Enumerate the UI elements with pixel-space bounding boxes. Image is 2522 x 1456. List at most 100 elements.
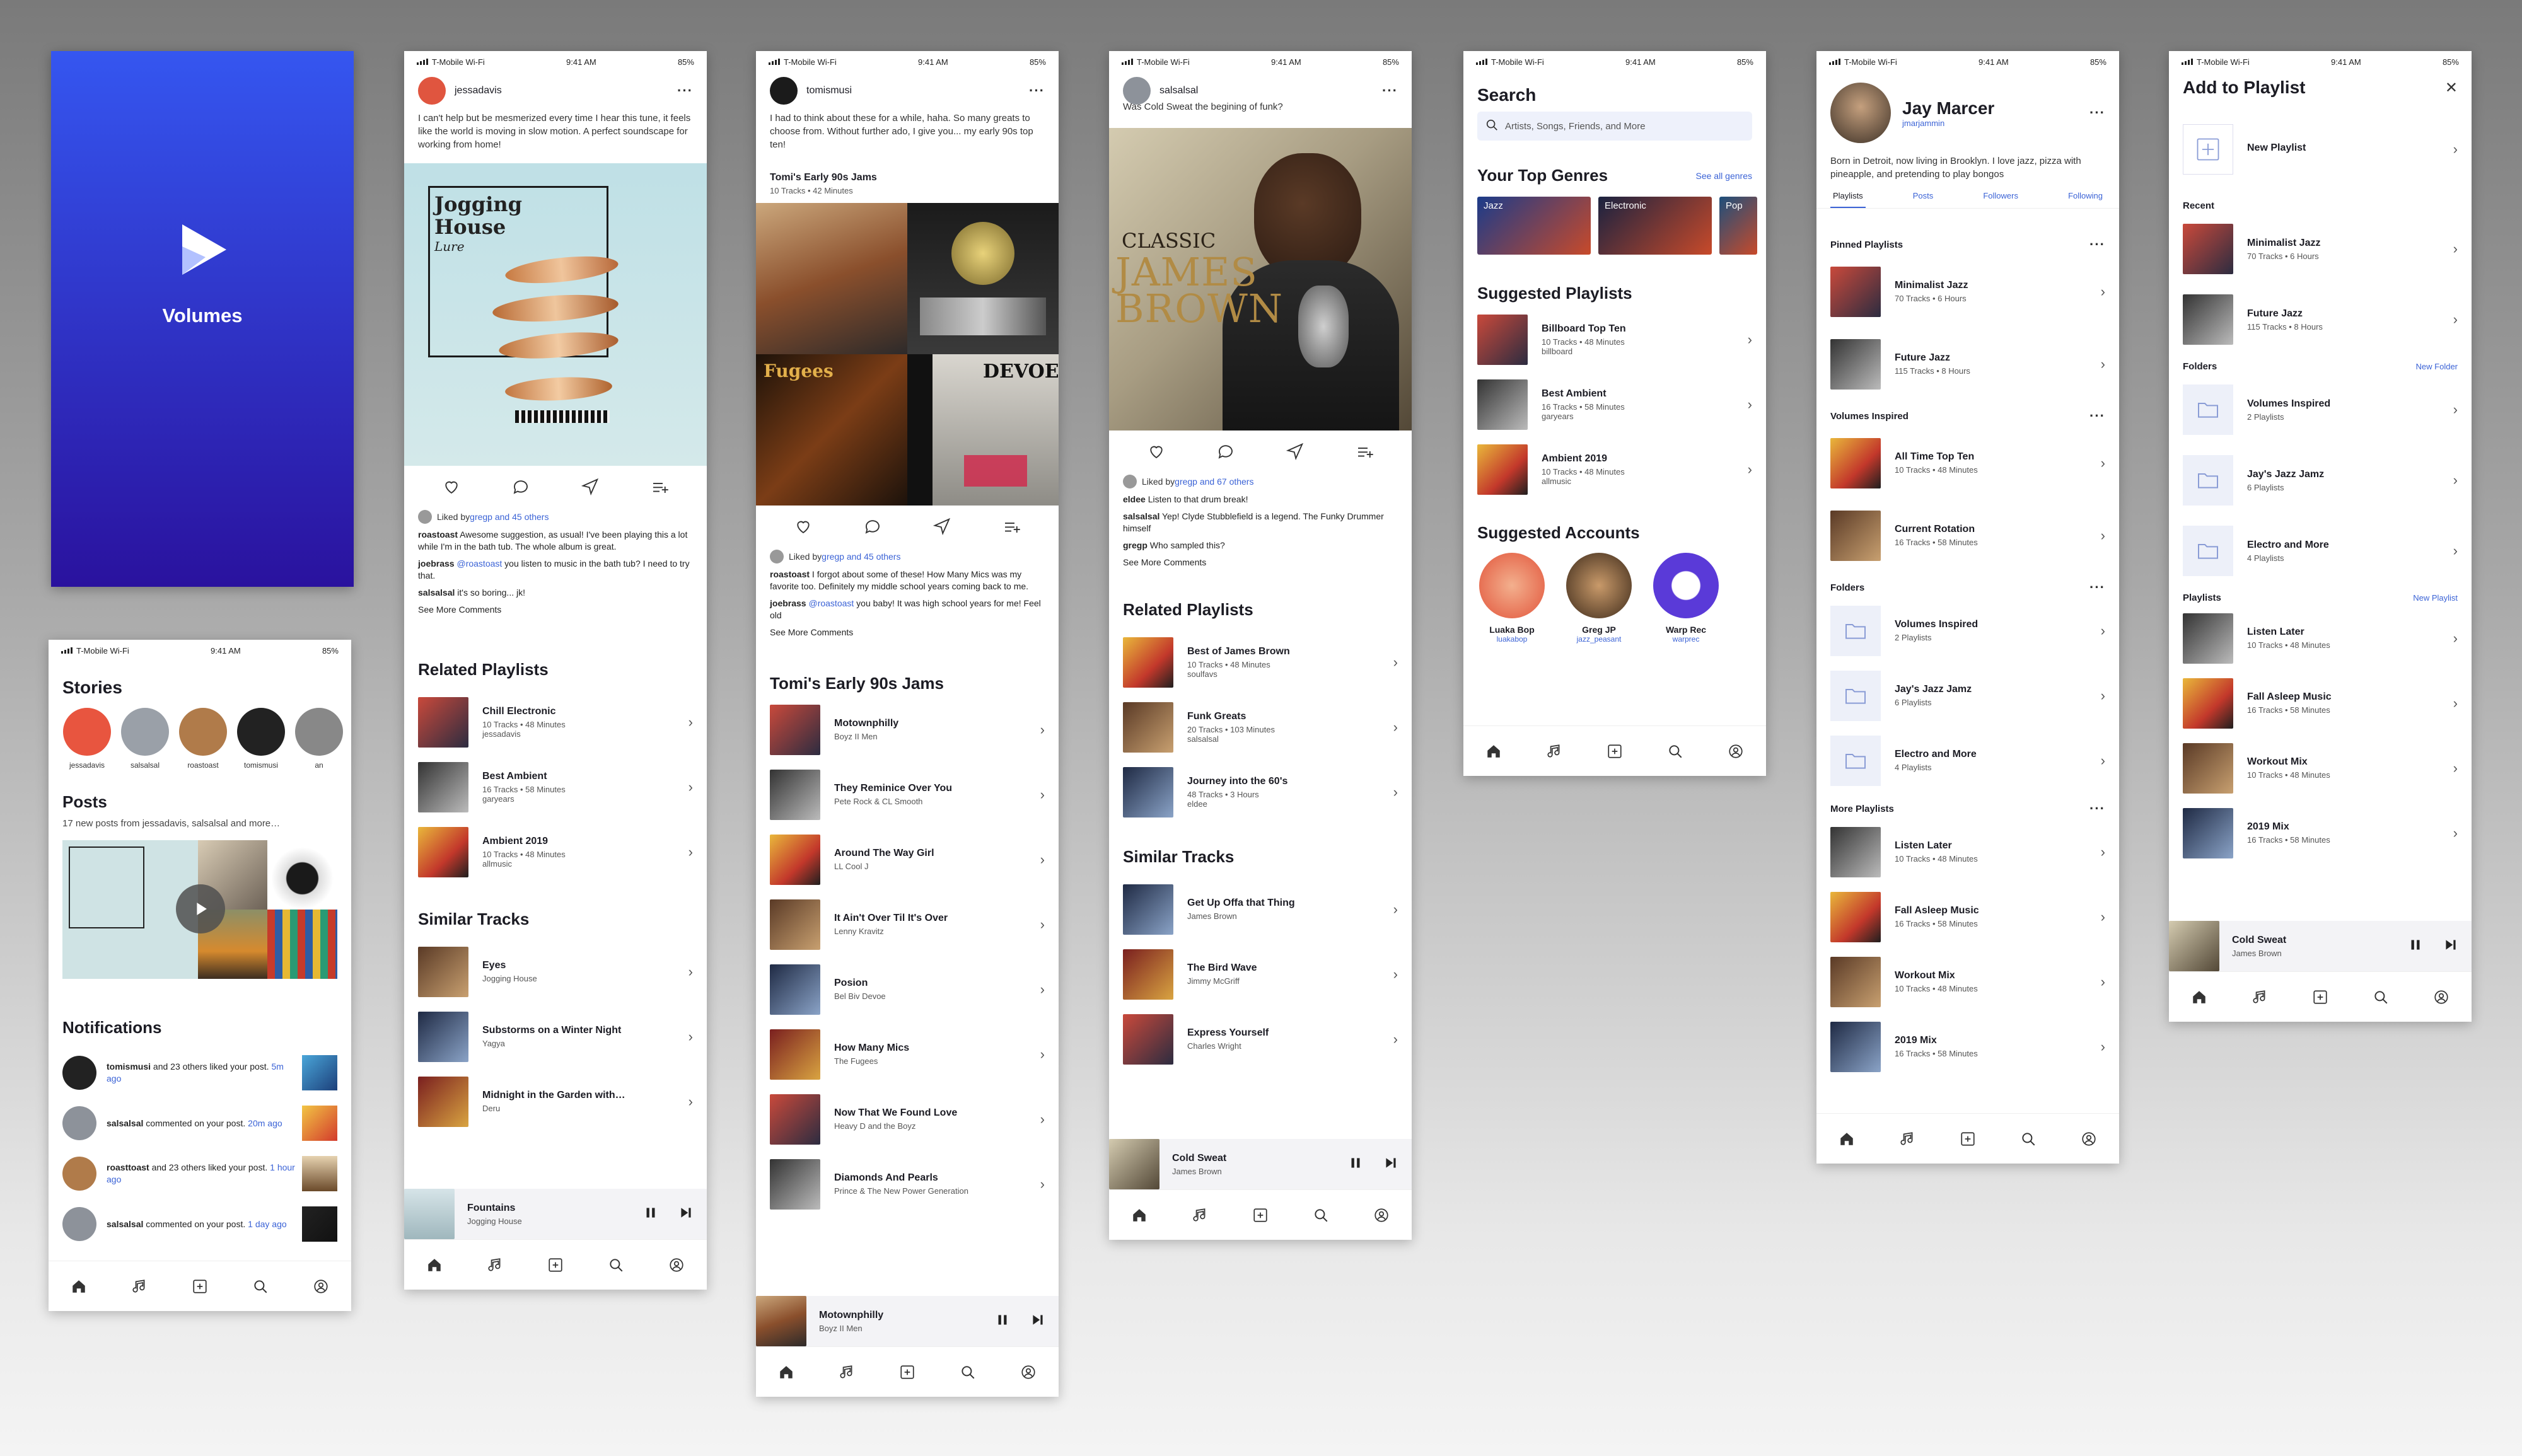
mini-player[interactable]: Cold Sweat James Brown: [2169, 921, 2472, 971]
send-icon[interactable]: [1286, 442, 1305, 464]
liked-by-link[interactable]: gregp and 45 others: [822, 552, 900, 562]
profile-tab[interactable]: Playlists: [1830, 187, 1866, 208]
search-icon[interactable]: [2018, 1129, 2038, 1149]
more-options-icon[interactable]: ···: [1029, 83, 1045, 99]
profile-tab[interactable]: Posts: [1910, 187, 1936, 208]
profile-tab[interactable]: Following: [2066, 187, 2105, 208]
playlist-item[interactable]: Fall Asleep Music 16 Tracks • 58 Minutes ›: [2169, 671, 2472, 736]
search-icon[interactable]: [958, 1362, 978, 1382]
related-playlist-item[interactable]: Best of James Brown 10 Tracks • 48 Minute…: [1109, 630, 1412, 695]
close-icon[interactable]: ✕: [2445, 79, 2458, 97]
mini-player[interactable]: Cold Sweat James Brown: [1109, 1139, 1412, 1189]
track-item[interactable]: Now That We Found Love Heavy D and the Bo…: [756, 1087, 1059, 1152]
account-item[interactable]: Warp Rec warprec: [1651, 553, 1721, 644]
profile-icon[interactable]: [1726, 741, 1746, 761]
playlist-item[interactable]: 2019 Mix 16 Tracks • 58 Minutes ›: [1816, 1014, 2119, 1079]
more-options-icon[interactable]: ···: [1382, 83, 1398, 99]
account-item[interactable]: Luaka Bop luakabop: [1477, 553, 1547, 644]
comment-user[interactable]: joebrass: [770, 598, 806, 608]
suggested-playlist-item[interactable]: Ambient 2019 10 Tracks • 48 Minutes allmus…: [1463, 437, 1766, 502]
home-icon[interactable]: [776, 1362, 796, 1382]
music-note-icon[interactable]: [2250, 987, 2270, 1007]
post-username[interactable]: salsalsal: [1159, 85, 1382, 96]
story-item[interactable]: salsalsal: [120, 708, 170, 770]
pause-icon[interactable]: [994, 1312, 1011, 1331]
story-item[interactable]: jessadavis: [62, 708, 112, 770]
profile-tab[interactable]: Followers: [1980, 187, 2021, 208]
genre-card[interactable]: Electronic: [1598, 197, 1712, 255]
playlist-cover-grid[interactable]: Fugees DEVOE: [756, 203, 1059, 506]
playlist-item[interactable]: Minimalist Jazz 70 Tracks • 6 Hours ›: [1816, 255, 2119, 328]
folder-item[interactable]: Electro and More 4 Playlists ›: [1816, 728, 2119, 793]
music-note-icon[interactable]: [1190, 1205, 1210, 1225]
related-playlist-item[interactable]: Chill Electronic 10 Tracks • 48 Minutes je…: [404, 690, 707, 754]
playlist-item[interactable]: Listen Later 10 Tracks • 48 Minutes ›: [1816, 819, 2119, 884]
home-icon[interactable]: [424, 1255, 445, 1275]
profile-icon[interactable]: [311, 1276, 331, 1297]
comment-mention[interactable]: @roastoast: [455, 558, 502, 569]
comment-user[interactable]: gregp: [1123, 540, 1148, 550]
next-track-icon[interactable]: [678, 1205, 694, 1224]
comment-icon[interactable]: [511, 477, 530, 499]
add-to-queue-icon[interactable]: [1002, 517, 1021, 539]
related-playlist-item[interactable]: Journey into the 60's 48 Tracks • 3 Hours…: [1109, 760, 1412, 824]
comment-user[interactable]: joebrass: [418, 558, 455, 569]
home-icon[interactable]: [2189, 987, 2209, 1007]
add-to-queue-icon[interactable]: [1355, 442, 1374, 464]
track-item[interactable]: Motownphilly Boyz II Men ›: [756, 697, 1059, 762]
search-icon[interactable]: [2371, 987, 2391, 1007]
see-all-genres-link[interactable]: See all genres: [1695, 171, 1752, 181]
profile-avatar[interactable]: [1830, 83, 1891, 143]
similar-track-item[interactable]: The Bird Wave Jimmy McGriff ›: [1109, 942, 1412, 1007]
more-options-icon[interactable]: ···: [2089, 800, 2105, 817]
track-item[interactable]: Around The Way Girl LL Cool J ›: [756, 827, 1059, 892]
heart-icon[interactable]: [442, 477, 461, 499]
more-options-icon[interactable]: ···: [2089, 105, 2105, 121]
music-note-icon[interactable]: [1544, 741, 1564, 761]
add-square-icon[interactable]: [897, 1362, 917, 1382]
liked-by-link[interactable]: gregp and 45 others: [470, 512, 549, 522]
story-item[interactable]: tomismusi: [236, 708, 286, 770]
folder-item[interactable]: Volumes Inspired 2 Playlists ›: [2169, 374, 2472, 445]
playlist-item[interactable]: Minimalist Jazz 70 Tracks • 6 Hours ›: [2169, 214, 2472, 284]
add-square-icon[interactable]: [190, 1276, 210, 1297]
comment-user[interactable]: salsalsal: [418, 587, 455, 598]
home-icon[interactable]: [1837, 1129, 1857, 1149]
pause-icon[interactable]: [2407, 937, 2424, 956]
music-note-icon[interactable]: [1897, 1129, 1917, 1149]
search-icon[interactable]: [1665, 741, 1685, 761]
mini-player[interactable]: Fountains Jogging House: [404, 1189, 707, 1239]
similar-track-item[interactable]: Eyes Jogging House ›: [404, 939, 707, 1004]
playlist-item[interactable]: 2019 Mix 16 Tracks • 58 Minutes ›: [2169, 800, 2472, 865]
similar-track-item[interactable]: Get Up Offa that Thing James Brown ›: [1109, 877, 1412, 942]
account-item[interactable]: Greg JP jazz_peasant: [1564, 553, 1634, 644]
comment-user[interactable]: eldee: [1123, 494, 1146, 504]
comment-user[interactable]: salsalsal: [1123, 511, 1159, 521]
story-item[interactable]: an: [294, 708, 344, 770]
more-options-icon[interactable]: ···: [2089, 408, 2105, 424]
similar-track-item[interactable]: Midnight in the Garden with… Deru ›: [404, 1069, 707, 1134]
post-username[interactable]: jessadavis: [455, 85, 677, 96]
more-options-icon[interactable]: ···: [2089, 236, 2105, 253]
pause-icon[interactable]: [1347, 1155, 1364, 1174]
folder-item[interactable]: Volumes Inspired 2 Playlists ›: [1816, 598, 2119, 663]
send-icon[interactable]: [581, 477, 600, 499]
music-note-icon[interactable]: [129, 1276, 149, 1297]
music-note-icon[interactable]: [485, 1255, 505, 1275]
related-playlist-item[interactable]: Funk Greats 20 Tracks • 103 Minutes salsal…: [1109, 695, 1412, 760]
add-square-icon[interactable]: [1605, 741, 1625, 761]
track-item[interactable]: How Many Mics The Fugees ›: [756, 1022, 1059, 1087]
profile-icon[interactable]: [2079, 1129, 2099, 1149]
playlist-item[interactable]: Fall Asleep Music 16 Tracks • 58 Minutes ›: [1816, 884, 2119, 949]
see-more-comments-link[interactable]: See More Comments: [1109, 557, 1412, 569]
folder-item[interactable]: Jay's Jazz Jamz 6 Playlists ›: [1816, 663, 2119, 728]
next-track-icon[interactable]: [2443, 937, 2459, 956]
playlist-item[interactable]: All Time Top Ten 10 Tracks • 48 Minutes ›: [1816, 427, 2119, 499]
comment-user[interactable]: roastoast: [770, 569, 810, 579]
related-playlist-item[interactable]: Ambient 2019 10 Tracks • 48 Minutes allmus…: [404, 819, 707, 884]
home-icon[interactable]: [1484, 741, 1504, 761]
comment-user[interactable]: roastoast: [418, 529, 458, 540]
pause-icon[interactable]: [642, 1205, 659, 1224]
comment-icon[interactable]: [863, 517, 882, 539]
story-item[interactable]: roastoast: [178, 708, 228, 770]
